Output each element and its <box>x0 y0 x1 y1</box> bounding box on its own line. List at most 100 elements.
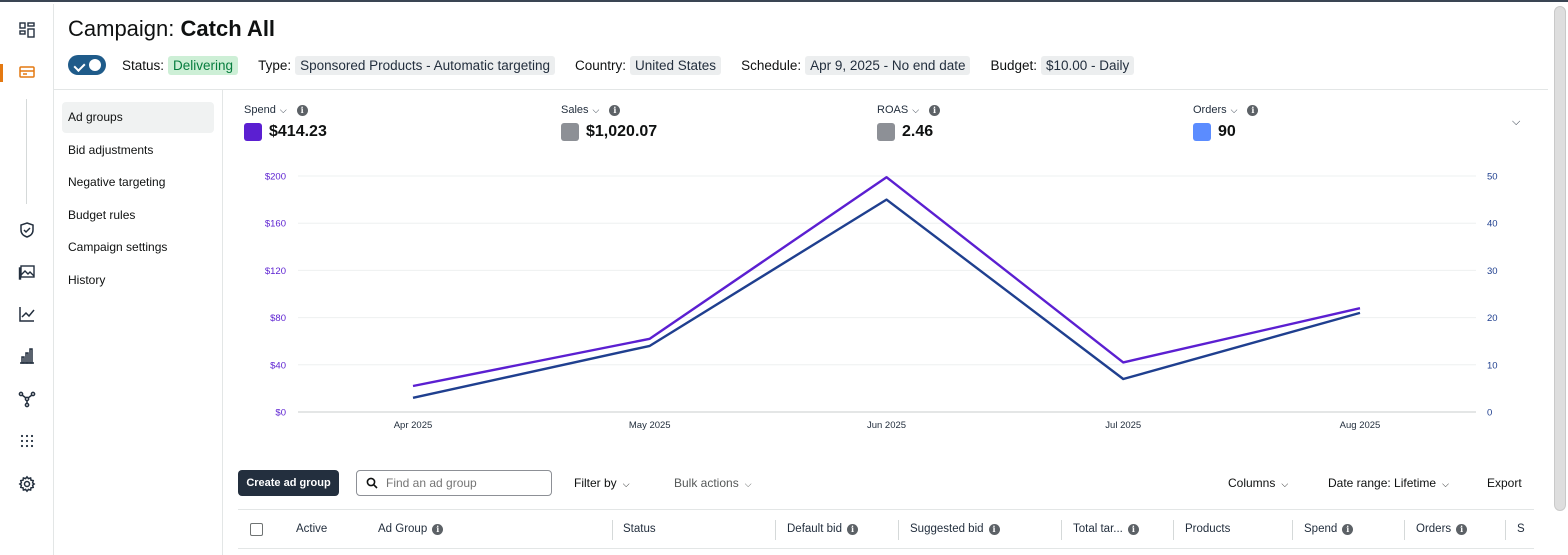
campaign-subnav: Ad groups Bid adjustments Negative targe… <box>62 102 214 298</box>
column-default-bid[interactable]: Default bid i <box>787 523 858 535</box>
info-icon[interactable]: i <box>1247 104 1259 116</box>
y-left-tick-label: $160 <box>265 219 286 230</box>
column-total-targets[interactable]: Total tar... i <box>1073 523 1139 535</box>
subnav-item-campaign-settings[interactable]: Campaign settings <box>62 232 214 263</box>
info-icon[interactable]: i <box>1127 523 1139 535</box>
x-tick-label: Aug 2025 <box>1340 420 1381 431</box>
column-truncated[interactable]: S <box>1517 523 1525 535</box>
subnav-item-ad-groups[interactable]: Ad groups <box>62 102 214 133</box>
dashboard-icon[interactable] <box>17 20 37 40</box>
info-icon[interactable]: i <box>432 523 444 535</box>
y-right-tick-label: 50 <box>1487 172 1498 183</box>
country-value: United States <box>630 55 722 75</box>
metric-spend[interactable]: Spend ⌵ i $414.23 <box>244 103 327 141</box>
metric-sales-value: $1,020.07 <box>586 123 658 140</box>
column-orders[interactable]: Orders i <box>1416 523 1468 535</box>
metric-orders[interactable]: Orders ⌵ i 90 <box>1193 103 1259 141</box>
shield-icon[interactable] <box>17 220 37 240</box>
date-range-label: Date range: Lifetime <box>1328 476 1437 490</box>
series-line-spend <box>412 175 1361 388</box>
metric-roas-swatch[interactable] <box>877 123 895 141</box>
status-label: Status: <box>122 57 165 73</box>
ad-group-search[interactable] <box>356 470 552 496</box>
chevron-down-icon: ⌵ <box>622 479 630 489</box>
column-separator <box>612 520 613 540</box>
info-icon[interactable]: i <box>929 104 941 116</box>
y-left-tick-label: $0 <box>275 408 286 419</box>
bar-chart-icon[interactable] <box>17 346 37 366</box>
y-left-tick-label: $200 <box>265 172 286 183</box>
column-separator <box>1173 520 1174 540</box>
column-spend[interactable]: Spend i <box>1304 523 1354 535</box>
info-icon[interactable]: i <box>1456 523 1468 535</box>
chevron-down-icon[interactable]: ⌵ <box>280 105 287 116</box>
column-active[interactable]: Active <box>296 523 327 535</box>
filter-by-dropdown[interactable]: Filter by ⌵ <box>574 476 630 490</box>
subnav-item-bid-adjustments[interactable]: Bid adjustments <box>62 135 214 166</box>
column-status[interactable]: Status <box>623 523 656 535</box>
subnav-item-negative-targeting[interactable]: Negative targeting <box>62 167 214 198</box>
chevron-down-icon[interactable]: ⌵ <box>912 105 919 116</box>
schedule-value: Apr 9, 2025 - No end date <box>805 55 971 75</box>
budget-label: Budget: <box>990 57 1038 73</box>
network-icon[interactable] <box>17 389 37 409</box>
info-icon[interactable]: i <box>609 104 621 116</box>
metric-sales-swatch[interactable] <box>561 123 579 141</box>
column-suggested-bid[interactable]: Suggested bid i <box>910 523 1000 535</box>
bulk-actions-dropdown[interactable]: Bulk actions ⌵ <box>674 476 752 490</box>
metric-orders-swatch[interactable] <box>1193 123 1211 141</box>
type-value: Sponsored Products - Automatic targeting <box>295 55 555 75</box>
create-ad-group-button[interactable]: Create ad group <box>238 470 339 496</box>
vertical-scrollbar[interactable] <box>1554 6 1566 511</box>
y-right-tick-label: 40 <box>1487 219 1498 230</box>
columns-dropdown[interactable]: Columns ⌵ <box>1228 476 1288 490</box>
date-range-dropdown[interactable]: Date range: Lifetime ⌵ <box>1328 476 1449 490</box>
metric-roas[interactable]: ROAS ⌵ i 2.46 <box>877 103 941 141</box>
info-icon[interactable]: i <box>1342 523 1354 535</box>
search-input[interactable] <box>386 476 546 490</box>
chevron-down-icon[interactable]: ⌵ <box>593 105 600 116</box>
subnav-item-budget-rules[interactable]: Budget rules <box>62 200 214 231</box>
metric-spend-swatch[interactable] <box>244 123 262 141</box>
app-frame: Campaign: Catch All Status: Delivering T… <box>0 0 1568 555</box>
campaign-icon[interactable] <box>17 62 37 82</box>
x-tick-label: May 2025 <box>629 420 671 431</box>
chevron-down-icon: ⌵ <box>744 479 752 489</box>
page-title: Campaign: Catch All <box>68 16 276 41</box>
chevron-down-icon: ⌵ <box>1281 479 1289 489</box>
collapse-chart-chevron-icon[interactable]: ⌵ <box>1512 116 1520 129</box>
filter-by-label: Filter by <box>574 476 617 490</box>
column-separator <box>1404 520 1405 540</box>
campaign-header: Campaign: Catch All Status: Delivering T… <box>54 4 1548 90</box>
column-products[interactable]: Products <box>1185 523 1230 535</box>
campaign-enabled-toggle[interactable] <box>68 55 106 75</box>
y-left-tick-label: $80 <box>270 313 286 324</box>
metric-spend-value: $414.23 <box>269 123 327 140</box>
info-icon[interactable]: i <box>988 523 1000 535</box>
settings-gear-icon[interactable] <box>17 474 37 494</box>
y-right-tick-label: 20 <box>1487 313 1498 324</box>
column-ad-group[interactable]: Ad Group i <box>378 523 444 535</box>
schedule-label: Schedule: <box>741 57 802 73</box>
info-icon[interactable]: i <box>296 104 308 116</box>
left-rail <box>0 4 54 555</box>
select-all-checkbox[interactable] <box>250 523 263 536</box>
image-gallery-icon[interactable] <box>17 262 37 282</box>
chevron-down-icon[interactable]: ⌵ <box>1231 105 1238 116</box>
budget-value: $10.00 - Daily <box>1041 55 1135 75</box>
type-label: Type: <box>258 57 292 73</box>
info-icon[interactable]: i <box>846 523 858 535</box>
line-chart-icon[interactable] <box>17 304 37 324</box>
export-button[interactable]: Export <box>1487 476 1522 490</box>
campaign-meta: Status: Delivering Type: Sponsored Produ… <box>68 55 1154 75</box>
subnav-item-history[interactable]: History <box>62 265 214 296</box>
columns-label: Columns <box>1228 476 1276 490</box>
table-header: Active Ad Group i Status Default bid i Sug… <box>238 509 1534 549</box>
column-separator <box>775 520 776 540</box>
apps-grid-icon[interactable] <box>17 431 37 451</box>
metric-sales[interactable]: Sales ⌵ i $1,020.07 <box>561 103 657 141</box>
subnav-divider <box>222 90 223 555</box>
rail-divider <box>26 99 27 204</box>
metric-roas-value: 2.46 <box>902 123 934 140</box>
column-separator <box>1292 520 1293 540</box>
